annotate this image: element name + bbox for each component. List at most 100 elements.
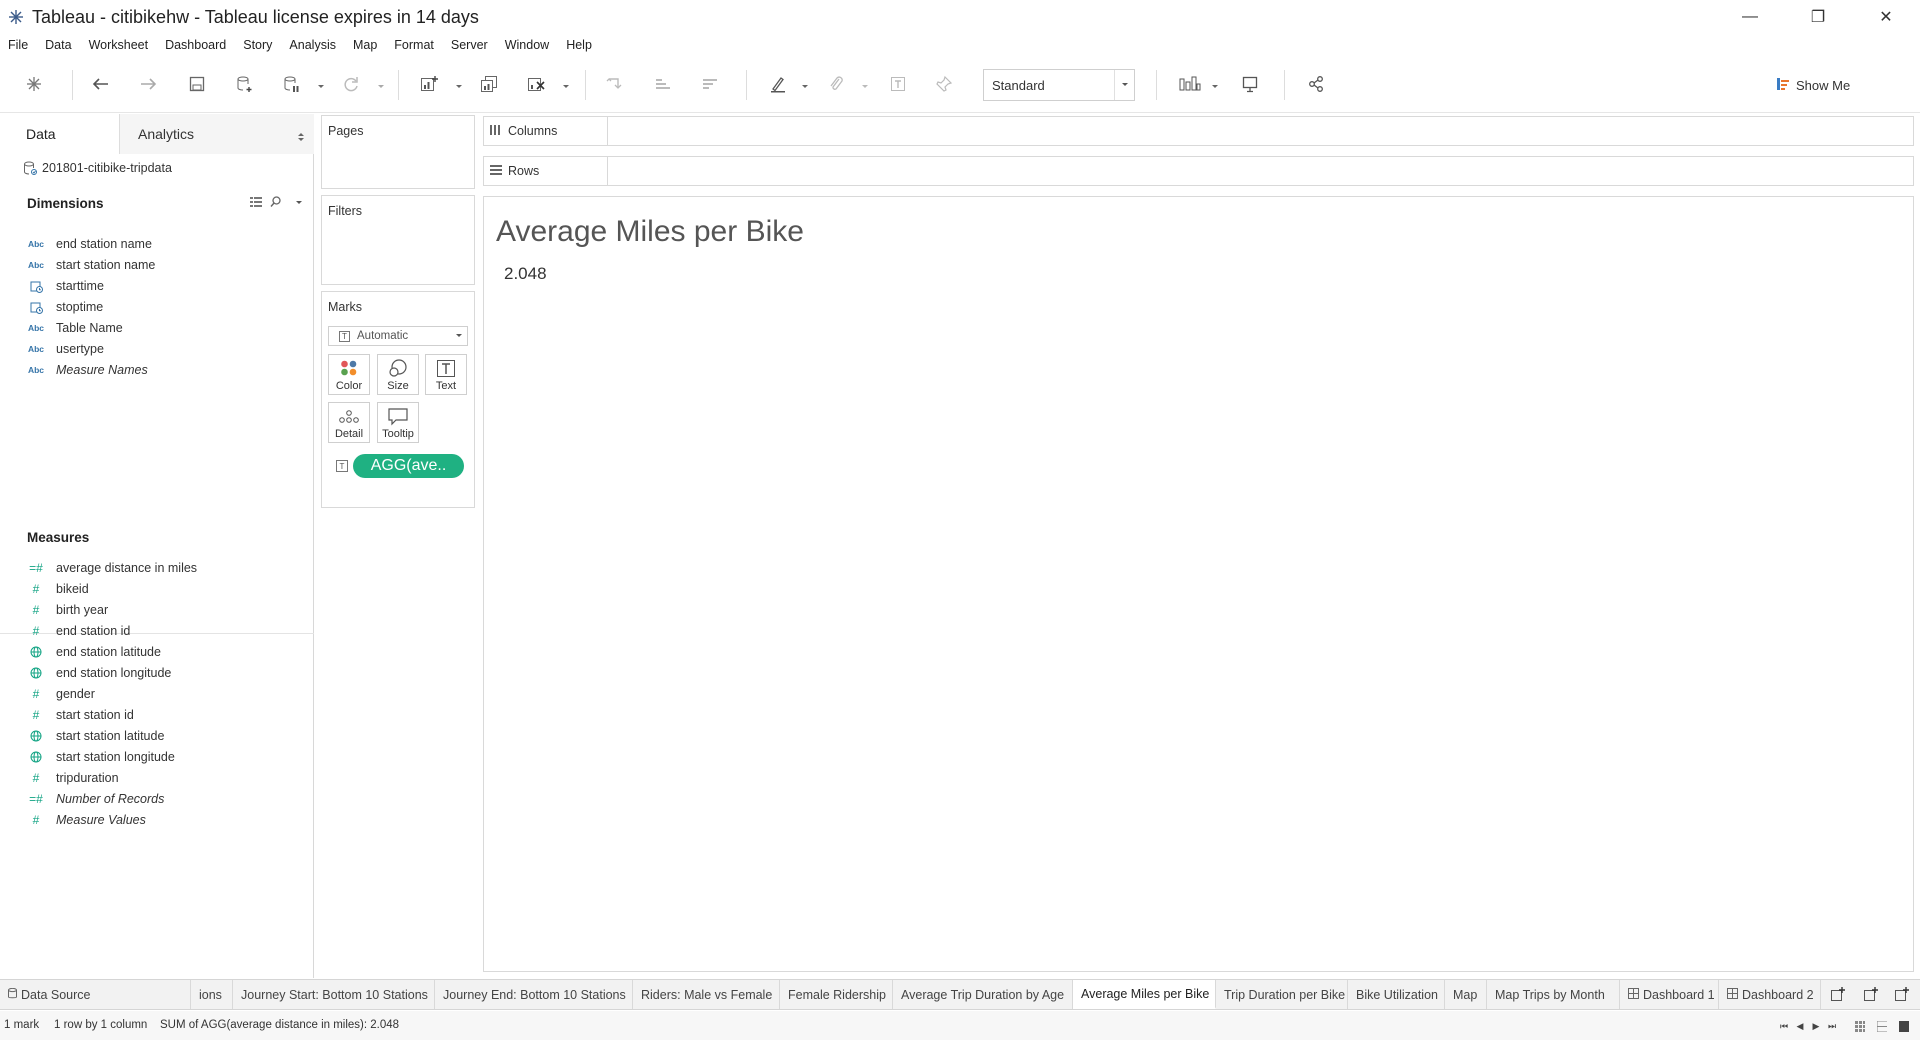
chevron-down-icon[interactable] (861, 80, 869, 88)
menu-data[interactable]: Data (45, 38, 71, 52)
dimension-field[interactable]: starttime (27, 276, 104, 296)
menu-help[interactable]: Help (566, 38, 592, 52)
menu-dashboard[interactable]: Dashboard (165, 38, 226, 52)
menu-map[interactable]: Map (353, 38, 377, 52)
sheet-tab[interactable]: Dashboard 1 (1620, 980, 1719, 1009)
text-mark-value[interactable]: 2.048 (504, 264, 547, 284)
pages-card[interactable]: Pages (321, 115, 475, 189)
color-button[interactable]: Color (328, 354, 370, 395)
presentation-mode-icon[interactable] (1238, 72, 1262, 96)
menu-worksheet[interactable]: Worksheet (89, 38, 149, 52)
measure-field[interactable]: start station longitude (27, 747, 175, 767)
dimension-field[interactable]: Abc Measure Names (27, 360, 148, 380)
next-sheet-icon[interactable]: ▶ (1811, 1020, 1821, 1032)
sheet-tab[interactable]: Map Trips by Month (1487, 980, 1620, 1009)
measure-field[interactable]: # end station id (27, 621, 131, 641)
sheet-tab[interactable]: Dashboard 2 (1719, 980, 1821, 1009)
sheet-tab[interactable]: Trip Duration per Bike (1216, 980, 1348, 1009)
menu-file[interactable]: File (8, 38, 28, 52)
measure-field[interactable]: # gender (27, 684, 95, 704)
measure-field[interactable]: end station latitude (27, 642, 161, 662)
dimension-field[interactable]: Abc start station name (27, 255, 155, 275)
filmstrip-view-icon[interactable] (1877, 1020, 1887, 1032)
group-members-icon[interactable] (824, 72, 848, 96)
filters-card[interactable]: Filters (321, 195, 475, 285)
measure-field[interactable]: # Measure Values (27, 810, 146, 830)
columns-shelf[interactable]: Columns (483, 116, 1914, 146)
restore-button[interactable]: ❐ (1784, 0, 1852, 34)
redo-icon[interactable] (136, 72, 160, 96)
first-sheet-icon[interactable]: ⏮ (1779, 1020, 1789, 1032)
sheet-tab[interactable]: ions (191, 980, 233, 1009)
measure-field[interactable]: =# Number of Records (27, 789, 164, 809)
measure-field[interactable]: # bikeid (27, 579, 89, 599)
minimize-button[interactable]: — (1716, 0, 1784, 34)
duplicate-sheet-icon[interactable] (477, 72, 501, 96)
previous-sheet-icon[interactable]: ◀ (1795, 1020, 1805, 1032)
new-worksheet-tab-icon[interactable] (1829, 986, 1847, 1004)
show-mark-labels-icon[interactable] (886, 72, 910, 96)
new-dashboard-tab-icon[interactable] (1862, 986, 1880, 1004)
fit-select[interactable]: Standard (983, 69, 1135, 101)
chevron-down-icon[interactable] (562, 80, 570, 88)
save-icon[interactable] (185, 72, 209, 96)
datasource-item[interactable]: 201801-citibike-tripdata (22, 160, 172, 176)
worksheet-view[interactable]: Average Miles per Bike 2.048 (483, 196, 1914, 972)
size-button[interactable]: Size (377, 354, 419, 395)
tooltip-button[interactable]: Tooltip (377, 402, 419, 443)
highlight-icon[interactable] (766, 72, 790, 96)
sheet-tab[interactable]: Riders: Male vs Female (633, 980, 780, 1009)
pause-updates-icon[interactable] (280, 72, 304, 96)
undo-icon[interactable] (89, 72, 113, 96)
dimension-field[interactable]: stoptime (27, 297, 103, 317)
share-icon[interactable] (1304, 72, 1328, 96)
menu-analysis[interactable]: Analysis (289, 38, 336, 52)
mark-type-select[interactable]: T Automatic (328, 326, 468, 346)
sheet-tab[interactable]: Average Trip Duration by Age (893, 980, 1073, 1009)
measure-field[interactable]: start station latitude (27, 726, 164, 746)
tab-analytics[interactable]: Analytics (120, 114, 314, 154)
grid-view-icon[interactable] (1855, 1020, 1865, 1032)
sort-descending-icon[interactable] (698, 72, 722, 96)
measure-field[interactable]: # start station id (27, 705, 134, 725)
fix-axes-icon[interactable] (932, 72, 956, 96)
sheet-title[interactable]: Average Miles per Bike (496, 215, 804, 249)
dimension-field[interactable]: Abc Table Name (27, 318, 123, 338)
dimension-field[interactable]: Abc usertype (27, 339, 104, 359)
text-button[interactable]: Text (425, 354, 467, 395)
new-datasource-icon[interactable] (233, 72, 257, 96)
close-button[interactable]: ✕ (1852, 0, 1920, 34)
sheet-tab[interactable]: Map (1445, 980, 1487, 1009)
sheet-tab[interactable]: Journey Start: Bottom 10 Stations (233, 980, 435, 1009)
menu-server[interactable]: Server (451, 38, 488, 52)
swap-rows-columns-icon[interactable] (603, 72, 627, 96)
sheet-tab[interactable]: Average Miles per Bike (1073, 980, 1216, 1009)
sort-ascending-icon[interactable] (651, 72, 675, 96)
chevron-down-icon[interactable] (317, 80, 325, 88)
detail-button[interactable]: Detail (328, 402, 370, 443)
chevron-down-icon[interactable] (295, 196, 303, 210)
menu-window[interactable]: Window (505, 38, 549, 52)
show-me-button[interactable]: Show Me (1776, 74, 1850, 96)
new-story-tab-icon[interactable] (1893, 986, 1911, 1004)
chevron-down-icon[interactable] (455, 80, 463, 88)
chevron-down-icon[interactable] (801, 80, 809, 88)
chevron-down-icon[interactable] (377, 80, 385, 88)
tabs-view-icon[interactable] (1899, 1020, 1909, 1032)
tab-data[interactable]: Data (0, 114, 120, 154)
rows-shelf[interactable]: Rows (483, 156, 1914, 186)
dimension-field[interactable]: Abc end station name (27, 234, 152, 254)
clear-sheet-icon[interactable] (524, 72, 548, 96)
menu-story[interactable]: Story (243, 38, 272, 52)
list-view-icon[interactable] (250, 196, 262, 210)
measure-field[interactable]: end station longitude (27, 663, 171, 683)
tableau-home-icon[interactable] (22, 72, 46, 96)
measure-pill[interactable]: AGG(ave.. (353, 454, 464, 478)
refresh-icon[interactable] (339, 72, 363, 96)
sort-arrows-icon[interactable] (298, 129, 304, 145)
sheet-tab[interactable]: Female Ridership (780, 980, 893, 1009)
search-icon[interactable] (270, 196, 281, 210)
show-cards-icon[interactable] (1178, 72, 1202, 96)
last-sheet-icon[interactable]: ⏭ (1827, 1020, 1837, 1032)
menu-format[interactable]: Format (394, 38, 434, 52)
